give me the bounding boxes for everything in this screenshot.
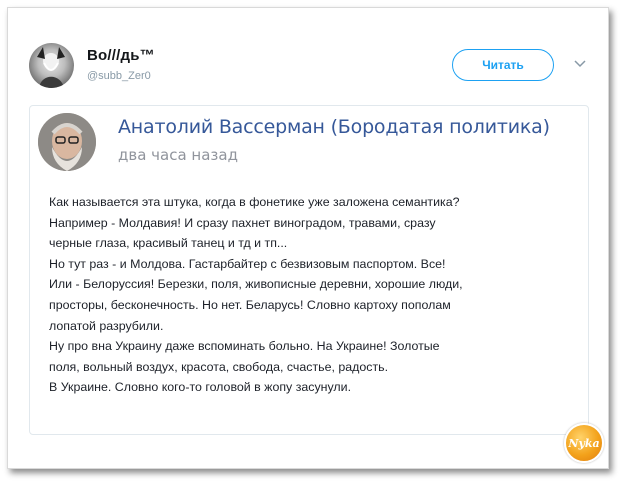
post-line: Как называется эта штука, когда в фонети… (49, 195, 460, 209)
author-name[interactable]: Во///дь™ (87, 47, 155, 64)
post-line: Например - Молдавия! И сразу пахнет вино… (49, 215, 436, 230)
post-line: просторы, бесконечность. Но нет. Беларус… (49, 297, 451, 312)
follow-button[interactable]: Читать (452, 49, 554, 81)
author-handle[interactable]: @subb_Zer0 (87, 70, 151, 82)
watermark-text: Nyka (568, 436, 600, 450)
post-line: Ну про вна Украину даже вспоминать больн… (49, 339, 440, 354)
post-line: Но тут раз - и Молдова. Гастарбайтер с б… (49, 256, 446, 271)
quoted-author-name[interactable]: Анатолий Вассерман (Бородатая политика) (118, 116, 550, 138)
quoted-post-time: два часа назад (118, 146, 238, 164)
author-avatar[interactable] (29, 43, 74, 88)
watermark-logo: Nyka (564, 423, 604, 463)
quoted-post-text: Как называется эта штука, когда в фонети… (49, 192, 579, 398)
post-line: лопатой разрубили. (49, 318, 164, 333)
post-line: Или - Белоруссия! Березки, поля, живопис… (49, 277, 463, 292)
post-line: черные глаза, красивый танец и тд и тп..… (49, 236, 288, 251)
follow-button-label: Читать (482, 58, 524, 72)
chevron-down-icon[interactable] (572, 56, 588, 72)
post-line: поля, вольный воздух, красота, свобода, … (49, 359, 389, 374)
post-line: В Украине. Словно кого-то головой в жопу… (49, 380, 352, 395)
quoted-author-avatar (38, 113, 96, 171)
